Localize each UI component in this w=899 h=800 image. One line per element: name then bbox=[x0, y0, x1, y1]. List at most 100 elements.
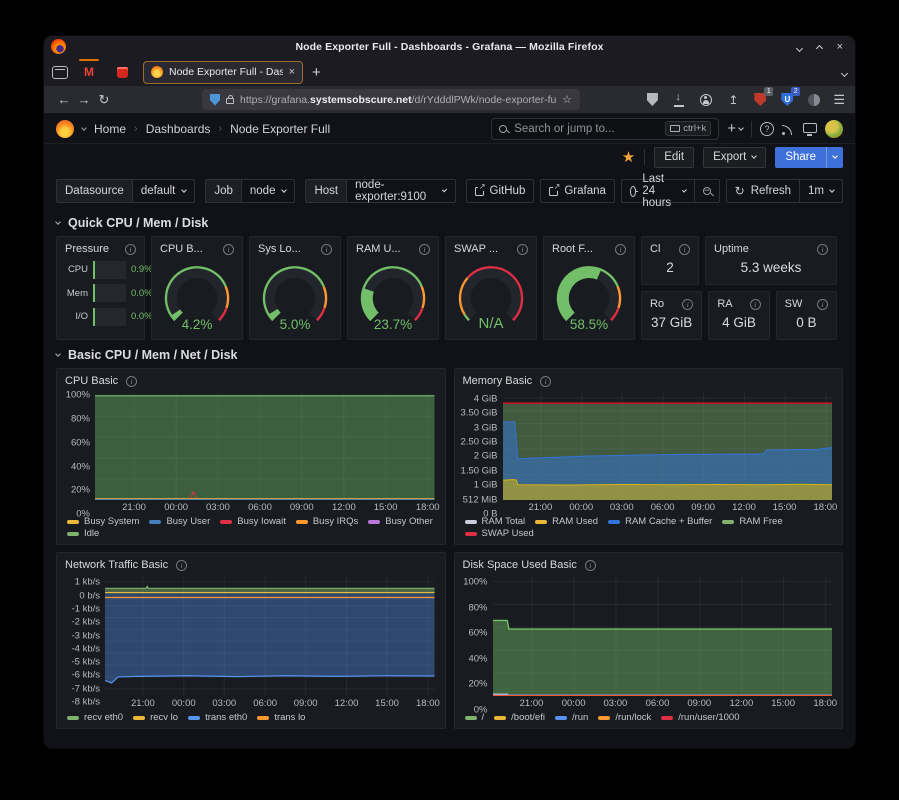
url-bar[interactable]: https://grafana.systemsobscure.net/d/rYd… bbox=[202, 89, 580, 110]
forward-button[interactable]: → bbox=[74, 93, 94, 106]
info-icon[interactable]: i bbox=[540, 376, 551, 387]
panel-title[interactable]: CPU B... bbox=[160, 243, 203, 255]
legend-item[interactable]: SWAP Used bbox=[465, 528, 534, 539]
panel-title[interactable]: Memory Basic bbox=[463, 375, 533, 387]
panel-title[interactable]: RAM U... bbox=[356, 243, 401, 255]
menu-icon[interactable]: ☰ bbox=[833, 92, 845, 108]
panel-title[interactable]: Uptime bbox=[714, 243, 749, 255]
favorite-star-icon[interactable]: ★ bbox=[622, 150, 635, 165]
section-basic[interactable]: Basic CPU / Mem / Net / Disk bbox=[44, 340, 855, 368]
firefox-view-icon[interactable] bbox=[52, 66, 68, 79]
reload-button[interactable]: ↻ bbox=[94, 93, 114, 106]
info-icon[interactable]: i bbox=[126, 376, 137, 387]
legend-item[interactable]: RAM Cache + Buffer bbox=[608, 516, 712, 527]
pinned-tab-gmail[interactable]: M bbox=[77, 61, 101, 83]
info-icon[interactable]: i bbox=[817, 299, 828, 310]
ublock-extension-icon[interactable]: 1 bbox=[752, 92, 768, 108]
bookmark-star-icon[interactable]: ☆ bbox=[562, 93, 572, 106]
info-icon[interactable]: i bbox=[615, 244, 626, 255]
info-icon[interactable]: i bbox=[419, 244, 430, 255]
info-icon[interactable]: i bbox=[679, 244, 690, 255]
grafana-logo-icon[interactable] bbox=[56, 120, 74, 138]
panel-title[interactable]: Disk Space Used Basic bbox=[463, 559, 577, 571]
list-tabs-button[interactable] bbox=[842, 63, 847, 81]
breadcrumb-home[interactable]: Home bbox=[94, 122, 126, 136]
share-dropdown-button[interactable] bbox=[826, 147, 843, 168]
datasource-select[interactable]: default bbox=[133, 179, 196, 203]
panel-title[interactable]: Cl bbox=[650, 243, 660, 255]
downloads-icon[interactable] bbox=[671, 92, 687, 108]
info-icon[interactable]: i bbox=[817, 244, 828, 255]
share-button[interactable]: Share bbox=[775, 147, 826, 168]
news-icon[interactable] bbox=[782, 122, 795, 135]
info-icon[interactable]: i bbox=[223, 244, 234, 255]
legend-item[interactable]: recv eth0 bbox=[67, 712, 123, 723]
protections-shield-icon[interactable] bbox=[644, 92, 660, 108]
info-icon[interactable]: i bbox=[682, 299, 693, 310]
search-input[interactable]: Search or jump to... ctrl+k bbox=[491, 118, 719, 140]
legend-item[interactable]: RAM Free bbox=[722, 516, 782, 527]
refresh-interval-select[interactable]: 1m bbox=[800, 179, 843, 203]
section-quick[interactable]: Quick CPU / Mem / Disk bbox=[44, 208, 855, 236]
panel-title[interactable]: Root F... bbox=[552, 243, 593, 255]
password-extension-icon[interactable]: U2 bbox=[779, 92, 795, 108]
legend-item[interactable]: RAM Used bbox=[535, 516, 598, 527]
info-icon[interactable]: i bbox=[517, 244, 528, 255]
account-icon[interactable] bbox=[698, 92, 714, 108]
lock-icon[interactable] bbox=[226, 98, 234, 104]
new-button[interactable]: + bbox=[727, 120, 743, 137]
plot-area[interactable] bbox=[105, 577, 435, 696]
legend-item[interactable]: recv lo bbox=[133, 712, 178, 723]
legend-item[interactable]: /run bbox=[555, 712, 588, 723]
panel-title[interactable]: Sys Lo... bbox=[258, 243, 301, 255]
legend-item[interactable]: Busy IRQs bbox=[296, 516, 358, 527]
window-maximize-button[interactable] bbox=[817, 38, 822, 56]
legend-item[interactable]: /boot/efi bbox=[494, 712, 545, 723]
legend-item[interactable]: trans lo bbox=[257, 712, 305, 723]
legend-item[interactable]: Busy Other bbox=[368, 516, 433, 527]
grafana-link-button[interactable]: Grafana bbox=[540, 179, 615, 203]
panel-title[interactable]: Pressure bbox=[65, 243, 109, 255]
legend-item[interactable]: /run/lock bbox=[598, 712, 651, 723]
time-range-picker[interactable]: Last 24 hours bbox=[621, 179, 695, 203]
window-close-button[interactable]: × bbox=[837, 42, 843, 53]
edit-button[interactable]: Edit bbox=[654, 147, 694, 168]
legend-item[interactable]: Idle bbox=[67, 528, 99, 539]
legend-item[interactable]: /run/user/1000 bbox=[661, 712, 739, 723]
pinned-tab-red[interactable] bbox=[110, 61, 134, 83]
job-select[interactable]: node bbox=[242, 179, 296, 203]
refresh-button[interactable]: ↻Refresh bbox=[726, 179, 800, 203]
info-icon[interactable]: i bbox=[125, 244, 136, 255]
active-tab[interactable]: Node Exporter Full - Dashbo × bbox=[143, 61, 303, 84]
breadcrumb-dashboards[interactable]: Dashboards bbox=[146, 122, 211, 136]
legend-item[interactable]: Busy Iowait bbox=[220, 516, 286, 527]
panel-title[interactable]: Ro bbox=[650, 298, 664, 310]
info-icon[interactable]: i bbox=[176, 560, 187, 571]
mega-menu-chevron-icon[interactable] bbox=[81, 125, 87, 131]
display-icon[interactable] bbox=[803, 125, 817, 133]
help-icon[interactable]: ? bbox=[760, 122, 774, 136]
panel-title[interactable]: SW bbox=[785, 298, 803, 310]
panel-title[interactable]: SWAP ... bbox=[454, 243, 498, 255]
panel-title[interactable]: RA bbox=[717, 298, 732, 310]
tab-close-icon[interactable]: × bbox=[289, 66, 295, 78]
panel-title[interactable]: Network Traffic Basic bbox=[65, 559, 168, 571]
info-icon[interactable]: i bbox=[585, 560, 596, 571]
avatar[interactable] bbox=[825, 120, 843, 138]
zoom-out-button[interactable] bbox=[695, 179, 720, 203]
plot-area[interactable] bbox=[493, 577, 833, 696]
github-link-button[interactable]: GitHub bbox=[466, 179, 535, 203]
info-icon[interactable]: i bbox=[321, 244, 332, 255]
host-select[interactable]: node-exporter:9100 bbox=[347, 179, 455, 203]
plot-area[interactable] bbox=[95, 393, 435, 500]
window-minimize-button[interactable] bbox=[797, 38, 802, 56]
panel-title[interactable]: CPU Basic bbox=[65, 375, 118, 387]
containers-icon[interactable] bbox=[806, 92, 822, 108]
tracking-protection-icon[interactable] bbox=[210, 94, 220, 106]
legend-item[interactable]: Busy User bbox=[149, 516, 210, 527]
info-icon[interactable]: i bbox=[750, 299, 761, 310]
export-button[interactable]: Export bbox=[703, 147, 766, 168]
legend-item[interactable]: trans eth0 bbox=[188, 712, 247, 723]
share-arrow-icon[interactable]: ↥ bbox=[725, 92, 741, 108]
back-button[interactable]: ← bbox=[54, 93, 74, 106]
